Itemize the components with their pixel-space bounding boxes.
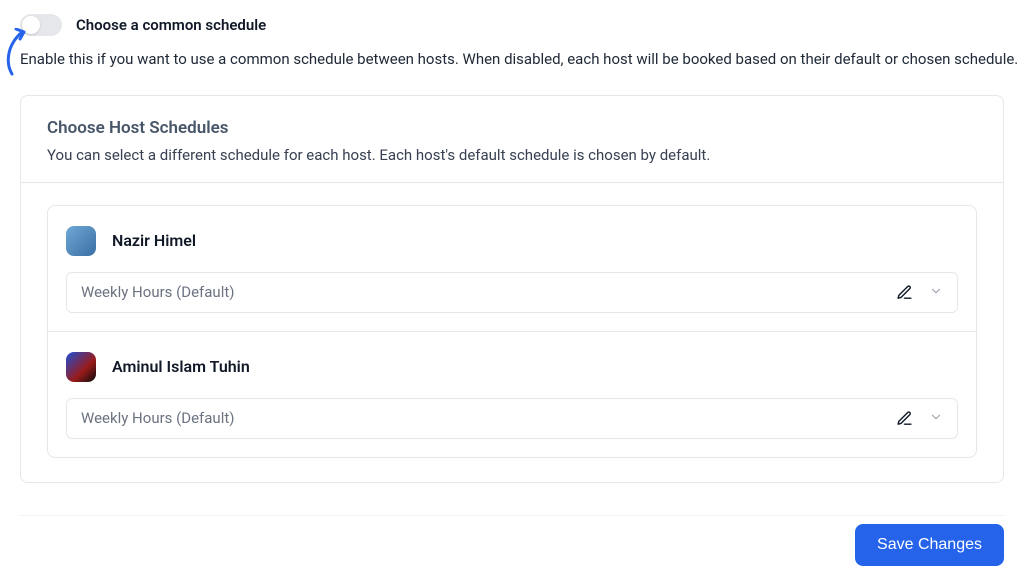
avatar [66, 226, 96, 256]
card-title: Choose Host Schedules [47, 118, 977, 138]
schedule-value: Weekly Hours (Default) [81, 283, 234, 301]
schedule-select[interactable]: Weekly Hours (Default) [66, 272, 958, 313]
host-list: Nazir Himel Weekly Hours (Default) [47, 205, 977, 458]
edit-icon[interactable] [896, 410, 913, 427]
chevron-down-icon[interactable] [929, 409, 943, 428]
save-changes-button[interactable]: Save Changes [855, 524, 1004, 566]
host-row: Nazir Himel Weekly Hours (Default) [48, 206, 976, 331]
toggle-label: Choose a common schedule [76, 16, 266, 34]
card-subtitle: You can select a different schedule for … [47, 146, 977, 164]
host-name: Nazir Himel [112, 231, 196, 250]
card-header: Choose Host Schedules You can select a d… [21, 96, 1003, 183]
common-schedule-toggle[interactable] [20, 14, 62, 36]
card-body: Nazir Himel Weekly Hours (Default) [21, 183, 1003, 482]
toggle-knob [22, 16, 40, 34]
avatar [66, 352, 96, 382]
divider [20, 515, 1004, 516]
toggle-description: Enable this if you want to use a common … [0, 36, 1024, 71]
schedule-value: Weekly Hours (Default) [81, 409, 234, 427]
host-name: Aminul Islam Tuhin [112, 357, 250, 376]
edit-icon[interactable] [896, 284, 913, 301]
host-row: Aminul Islam Tuhin Weekly Hours (Default… [48, 331, 976, 457]
chevron-down-icon[interactable] [929, 283, 943, 302]
schedule-select[interactable]: Weekly Hours (Default) [66, 398, 958, 439]
host-schedules-card: Choose Host Schedules You can select a d… [20, 95, 1004, 483]
